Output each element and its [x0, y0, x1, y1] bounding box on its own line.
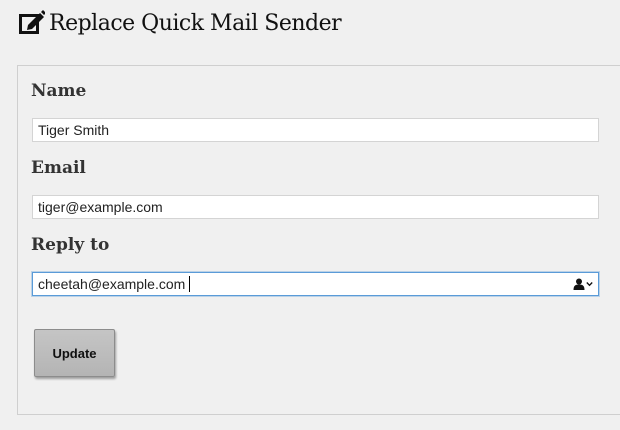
chevron-down-icon — [586, 281, 593, 287]
email-label: Email — [31, 158, 86, 178]
contact-person-icon — [573, 278, 585, 290]
text-caret — [189, 276, 190, 292]
reply-to-field[interactable] — [32, 272, 599, 296]
contacts-dropdown-button[interactable] — [570, 275, 596, 293]
name-label: Name — [31, 81, 87, 101]
edit-square-icon — [19, 10, 46, 36]
reply-to-label: Reply to — [31, 235, 110, 255]
email-field[interactable] — [32, 195, 599, 219]
page-title: Replace Quick Mail Sender — [49, 10, 342, 36]
update-button[interactable]: Update — [34, 329, 115, 377]
form-panel: Name Email Reply to Update — [17, 65, 620, 415]
name-field[interactable] — [32, 118, 599, 142]
page-header: Replace Quick Mail Sender — [19, 6, 342, 40]
